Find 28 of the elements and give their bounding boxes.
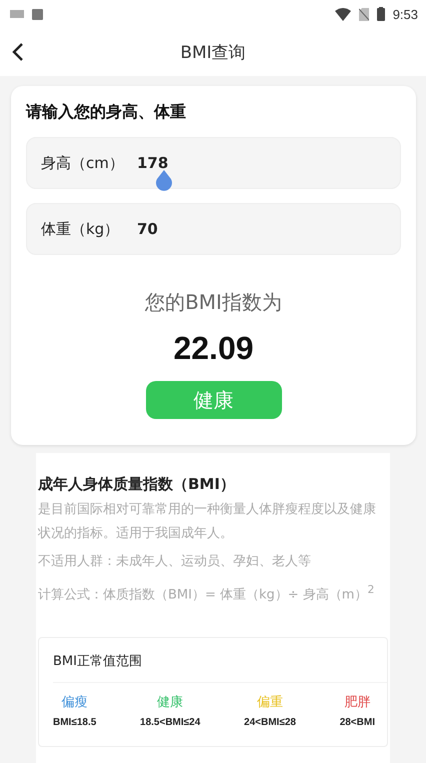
range-text: BMI≤18.5 [53, 717, 96, 728]
range-text: 24<BMI≤28 [244, 717, 296, 728]
notification-icon [32, 8, 43, 20]
keyboard-icon [10, 10, 24, 18]
input-field[interactable]: 身高（cm） 178 [26, 137, 401, 189]
card-title: 请输入您的身高、体重 [26, 102, 187, 123]
info-paragraph: 不适用人群：未成年人、运动员、孕妇、老人等 [38, 553, 312, 571]
info-paragraph: 是目前国际相对可靠常用的一种衡量人体胖瘦程度以及健康状况的指标。适用于我国成年人。 [38, 501, 377, 543]
status-badge: 健康 [146, 381, 282, 419]
category-label: 偏重 [256, 694, 283, 712]
wifi-icon [334, 8, 351, 20]
back-icon[interactable] [12, 42, 24, 62]
bmi-value: 22.09 [172, 330, 255, 367]
cursor-handle-icon[interactable] [155, 170, 173, 192]
no-sim-icon [358, 8, 369, 20]
category-label: 偏瘦 [62, 694, 88, 712]
category-label: 肥胖 [344, 694, 370, 712]
range-text: 18.5<BMI≤24 [140, 717, 200, 728]
result-label: 您的BMI指数为 [144, 289, 283, 316]
category-label: 健康 [157, 694, 184, 712]
page-title: BMI查询 [180, 42, 246, 64]
range-title: BMI正常值范围 [53, 652, 387, 684]
status-time: 9:53 [392, 6, 418, 22]
info-title: 成年人身体质量指数（BMI） [38, 475, 236, 494]
range-text: 28<BMI [340, 717, 375, 728]
input-field[interactable]: 体重（kg） 70 [26, 203, 401, 255]
info-paragraph: 计算公式：体质指数（BMI）= 体重（kg）÷ 身高（m）$^{2}$ [38, 582, 376, 604]
battery-icon [376, 7, 385, 21]
